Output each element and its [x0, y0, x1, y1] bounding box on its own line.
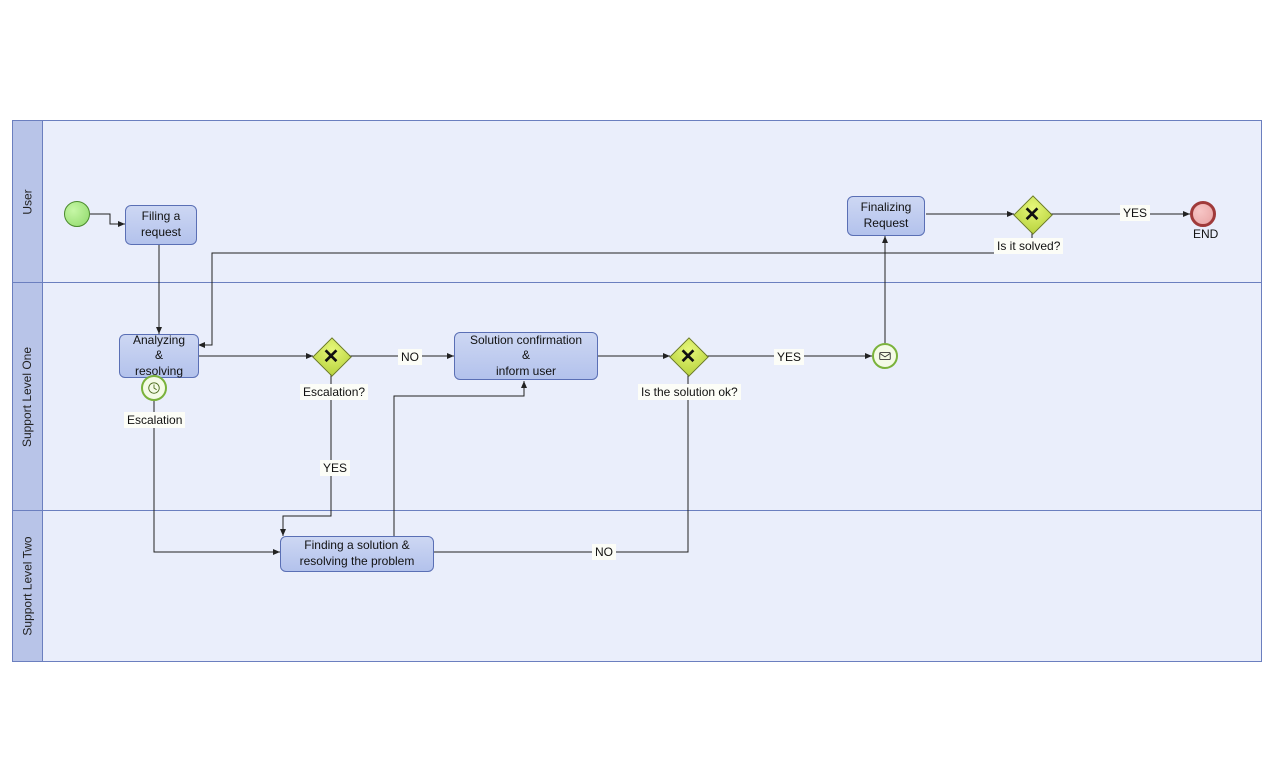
- gateway-solved[interactable]: ✕: [1014, 196, 1050, 232]
- task-label: Solution confirmation&inform user: [470, 333, 582, 380]
- task-analyzing[interactable]: Analyzing &resolving: [119, 334, 199, 378]
- bpmn-canvas: User Support Level One Support Level Two: [0, 0, 1280, 768]
- start-event[interactable]: [64, 201, 90, 227]
- edge-label: NO: [398, 349, 422, 365]
- task-label: Finding a solution &resolving the proble…: [300, 538, 415, 569]
- x-icon: ✕: [1014, 196, 1050, 232]
- lane-l2: Support Level Two: [13, 511, 1261, 661]
- pool: User Support Level One Support Level Two: [12, 120, 1262, 662]
- lane-user: User: [13, 121, 1261, 283]
- lane-header-user: User: [13, 121, 43, 282]
- lane-label: Support Level Two: [21, 536, 35, 635]
- timer-label: Escalation: [124, 412, 185, 428]
- task-solution[interactable]: Solution confirmation&inform user: [454, 332, 598, 380]
- end-label: END: [1190, 226, 1221, 242]
- clock-icon: [147, 381, 161, 395]
- task-label: FinalizingRequest: [861, 200, 912, 231]
- x-icon: ✕: [313, 338, 349, 374]
- message-event[interactable]: [872, 343, 898, 369]
- edge-label: YES: [320, 460, 350, 476]
- timer-boundary-event[interactable]: [141, 375, 167, 401]
- gateway-label: Escalation?: [300, 384, 368, 400]
- task-finding[interactable]: Finding a solution &resolving the proble…: [280, 536, 434, 572]
- lane-label: Support Level One: [21, 346, 35, 446]
- task-finalizing[interactable]: FinalizingRequest: [847, 196, 925, 236]
- lane-l1: Support Level One: [13, 283, 1261, 511]
- edge-label: YES: [774, 349, 804, 365]
- lane-label: User: [21, 189, 35, 214]
- lane-header-l2: Support Level Two: [13, 511, 43, 661]
- gateway-escalation[interactable]: ✕: [313, 338, 349, 374]
- gateway-solution-ok[interactable]: ✕: [670, 338, 706, 374]
- gateway-label: Is the solution ok?: [638, 384, 741, 400]
- edge-label: NO: [592, 544, 616, 560]
- x-icon: ✕: [670, 338, 706, 374]
- task-label: Filing arequest: [141, 209, 181, 240]
- envelope-icon: [878, 349, 892, 363]
- task-filing[interactable]: Filing arequest: [125, 205, 197, 245]
- lane-header-l1: Support Level One: [13, 283, 43, 510]
- gateway-label: Is it solved?: [994, 238, 1063, 254]
- edge-label: YES: [1120, 205, 1150, 221]
- task-label: Analyzing &resolving: [128, 333, 190, 380]
- end-event[interactable]: [1190, 201, 1216, 227]
